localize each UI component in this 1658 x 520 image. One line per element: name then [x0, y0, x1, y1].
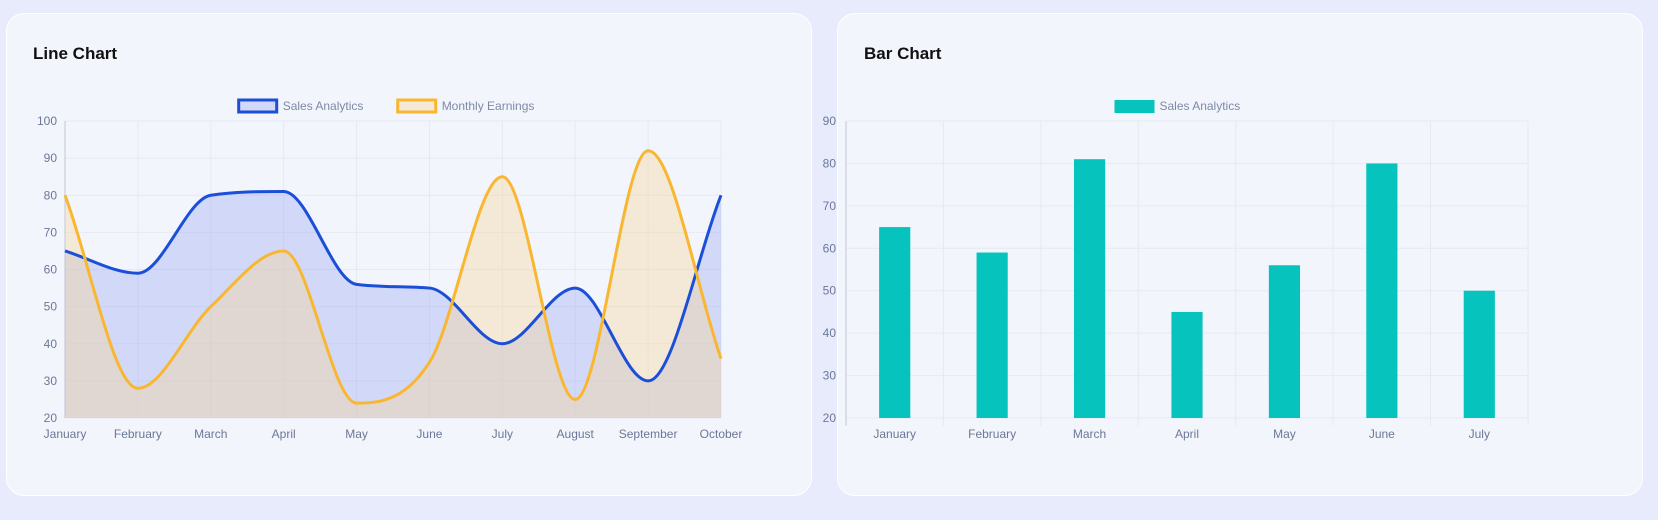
x-tick-label: January — [44, 427, 87, 441]
legend-swatch[interactable] — [396, 98, 438, 114]
x-tick-label: September — [619, 427, 678, 441]
bar[interactable] — [976, 252, 1008, 418]
bar[interactable] — [1366, 163, 1398, 418]
y-tick-label: 20 — [823, 411, 837, 425]
x-tick-label: April — [272, 427, 296, 441]
y-tick-label: 50 — [44, 300, 58, 314]
legend-label: Sales Analytics — [1160, 99, 1241, 113]
x-tick-label: May — [1273, 427, 1296, 441]
legend-label: Sales Analytics — [283, 99, 364, 113]
y-tick-label: 80 — [44, 188, 58, 202]
x-tick-label: February — [968, 427, 1016, 441]
y-tick-label: 30 — [823, 369, 837, 383]
x-tick-label: April — [1175, 427, 1199, 441]
bar[interactable] — [1171, 311, 1203, 418]
x-tick-label: March — [1073, 427, 1106, 441]
y-tick-label: 20 — [44, 411, 58, 425]
x-tick-label: January — [873, 427, 916, 441]
x-tick-label: May — [345, 427, 368, 441]
y-tick-label: 90 — [823, 114, 837, 128]
y-tick-label: 70 — [823, 199, 837, 213]
legend-swatch[interactable] — [1114, 100, 1155, 113]
bar[interactable] — [879, 227, 911, 418]
y-tick-label: 60 — [823, 241, 837, 255]
y-tick-label: 90 — [44, 151, 58, 165]
bar-chart-card: Bar Chart 20 30 40 50 60 70 80 90 January Februar… — [823, 13, 1643, 496]
x-tick-label: July — [1469, 427, 1490, 441]
y-tick-label: 80 — [823, 156, 837, 170]
y-tick-label: 60 — [44, 263, 58, 277]
bar[interactable] — [1073, 159, 1106, 418]
y-tick-label: 50 — [823, 284, 837, 298]
bar[interactable] — [1268, 265, 1301, 418]
legend-swatch[interactable] — [237, 98, 279, 114]
y-tick-label: 40 — [44, 337, 58, 351]
x-tick-label: June — [416, 427, 442, 441]
x-tick-label: August — [557, 427, 595, 441]
chart-legend: Sales Analytics Monthly Earnings — [237, 98, 535, 114]
x-tick-label: June — [1369, 427, 1395, 441]
bar-chart: 20 30 40 50 60 70 80 90 January February March Apri… — [823, 99, 1529, 441]
chart-legend: Sales Analytics — [1114, 99, 1241, 113]
x-tick-label: February — [114, 427, 162, 441]
legend-label: Monthly Earnings — [442, 99, 535, 113]
bar[interactable] — [1463, 290, 1495, 418]
line-chart: 20 30 40 50 60 70 80 90 100 January February March A… — [37, 98, 743, 441]
y-tick-label: 70 — [44, 225, 58, 239]
x-tick-label: October — [700, 427, 743, 441]
y-tick-label: 30 — [44, 374, 58, 388]
x-tick-label: March — [194, 427, 227, 441]
y-tick-label: 40 — [823, 326, 837, 340]
y-tick-label: 100 — [37, 114, 57, 128]
x-tick-label: July — [492, 427, 513, 441]
line-chart-card: Line Chart 20 30 40 50 60 70 80 90 100 January Feb… — [6, 13, 812, 496]
